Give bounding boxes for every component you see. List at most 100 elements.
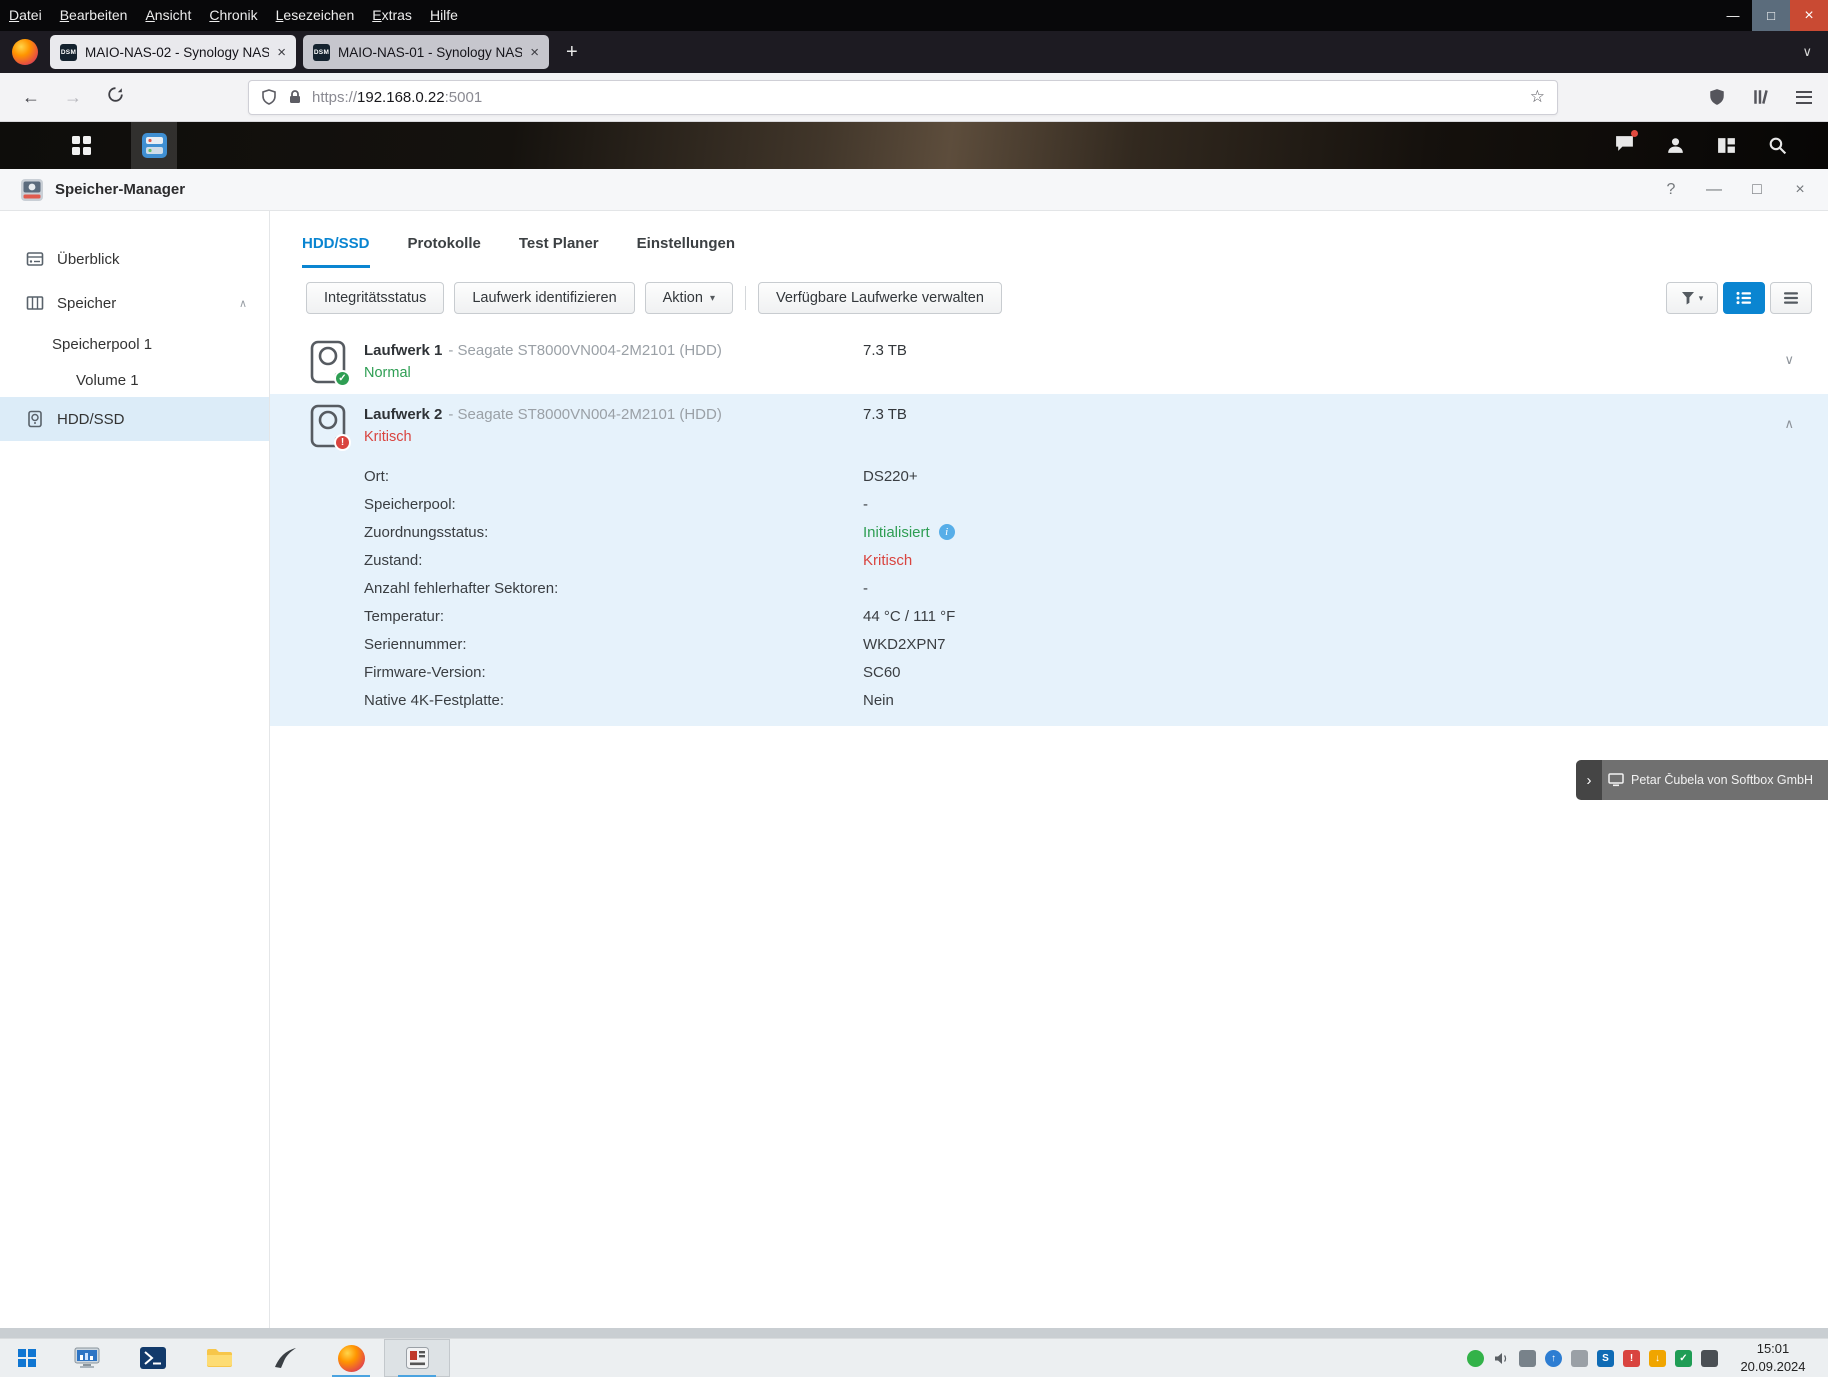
- drive-icon: !: [310, 404, 346, 448]
- menu-hilfe[interactable]: Hilfe: [421, 0, 467, 31]
- window-minimize-button[interactable]: —: [1714, 0, 1752, 31]
- back-button[interactable]: ←: [10, 87, 52, 108]
- library-icon[interactable]: [1752, 88, 1770, 106]
- drive-status: Kritisch: [364, 429, 722, 445]
- list-all-tabs-icon[interactable]: ∨: [1802, 44, 1812, 60]
- window-close-button[interactable]: ×: [1790, 0, 1828, 31]
- start-button[interactable]: [0, 1339, 54, 1377]
- manage-available-drives-button[interactable]: Verfügbare Laufwerke verwalten: [758, 282, 1002, 314]
- browser-window-controls: — □ ×: [1714, 0, 1828, 31]
- browser-tab-nas01[interactable]: DSM MAIO-NAS-01 - Synology NAS ×: [303, 35, 549, 69]
- collapse-chevron-icon[interactable]: ∧: [1784, 416, 1794, 432]
- tray-shield-icon[interactable]: [1571, 1350, 1588, 1367]
- drive-row-laufwerk-1[interactable]: ✓ Laufwerk 1- Seagate ST8000VN004-2M2101…: [270, 330, 1828, 394]
- tray-update-icon[interactable]: ↓: [1649, 1350, 1666, 1367]
- taskbar-clock[interactable]: 15:01 20.09.2024: [1730, 1340, 1816, 1376]
- funnel-icon: [1681, 291, 1696, 305]
- tab-einstellungen[interactable]: Einstellungen: [637, 235, 735, 268]
- tray-cloud-icon[interactable]: ↑: [1545, 1350, 1562, 1367]
- browser-menubar: Datei Bearbeiten Ansicht Chronik Lesezei…: [0, 0, 1828, 31]
- toolbar-right: ▾: [1666, 282, 1812, 314]
- detail-row-seriennummer: Seriennummer: WKD2XPN7: [270, 630, 1828, 658]
- close-button[interactable]: ×: [1792, 181, 1808, 199]
- reload-button[interactable]: [94, 86, 136, 108]
- drive-model: - Seagate ST8000VN004-2M2101 (HDD): [448, 406, 721, 423]
- tab-test-planer[interactable]: Test Planer: [519, 235, 599, 268]
- drive-list: ✓ Laufwerk 1- Seagate ST8000VN004-2M2101…: [270, 330, 1828, 726]
- swoosh-app-icon[interactable]: [252, 1339, 318, 1377]
- sidebar-item-speicher[interactable]: Speicher ∧: [0, 281, 269, 325]
- powershell-app-icon[interactable]: [120, 1339, 186, 1377]
- lock-icon[interactable]: [287, 89, 303, 105]
- taskbar-apps: [54, 1339, 450, 1377]
- tray-alert-icon[interactable]: !: [1623, 1350, 1640, 1367]
- sidebar-item-hdd-ssd[interactable]: HDD/SSD: [0, 397, 269, 441]
- compact-view-button[interactable]: [1770, 282, 1812, 314]
- drive-info: Laufwerk 1- Seagate ST8000VN004-2M2101 (…: [364, 340, 722, 394]
- detail-label: Zuordnungsstatus:: [364, 524, 863, 541]
- windows-logo-icon: [18, 1349, 36, 1367]
- menu-bearbeiten[interactable]: Bearbeiten: [51, 0, 137, 31]
- restore-button[interactable]: □: [1749, 181, 1765, 199]
- app-menu-icon[interactable]: [1796, 91, 1812, 104]
- detail-view-button[interactable]: [1723, 282, 1765, 314]
- search-icon[interactable]: [1767, 135, 1788, 156]
- drive-row-laufwerk-2[interactable]: ! Laufwerk 2- Seagate ST8000VN004-2M2101…: [270, 394, 1828, 458]
- tray-activity-icon[interactable]: [1467, 1350, 1484, 1367]
- info-icon[interactable]: i: [939, 524, 955, 540]
- browser-tab-nas02[interactable]: DSM MAIO-NAS-02 - Synology NAS ×: [50, 35, 296, 69]
- bookmark-star-icon[interactable]: ☆: [1530, 87, 1545, 107]
- collapse-chevron-icon[interactable]: ∧: [239, 297, 247, 310]
- tray-synology-assistant-icon[interactable]: S: [1597, 1350, 1614, 1367]
- firefox-icon[interactable]: [12, 39, 38, 65]
- tray-volume-icon[interactable]: [1493, 1350, 1510, 1367]
- identify-drive-button[interactable]: Laufwerk identifizieren: [454, 282, 634, 314]
- url-text[interactable]: https://192.168.0.22:5001: [312, 89, 482, 106]
- firefox-app-icon[interactable]: [318, 1339, 384, 1377]
- tracking-shield-icon[interactable]: [261, 89, 277, 105]
- sidebar-item-ueberblick[interactable]: Überblick: [0, 237, 269, 281]
- chat-icon[interactable]: [1614, 133, 1635, 159]
- tray-app-icon[interactable]: [1701, 1350, 1718, 1367]
- menu-chronik[interactable]: Chronik: [200, 0, 266, 31]
- protections-shield-icon[interactable]: [1708, 88, 1726, 106]
- tab-hdd-ssd[interactable]: HDD/SSD: [302, 235, 370, 268]
- tab-close-icon[interactable]: ×: [530, 44, 539, 61]
- dsm-main-menu-icon[interactable]: [72, 136, 91, 155]
- url-bar[interactable]: https://192.168.0.22:5001 ☆: [248, 80, 1558, 115]
- tray-display-icon[interactable]: [1519, 1350, 1536, 1367]
- toolbar: Integritätsstatus Laufwerk identifiziere…: [270, 282, 1828, 314]
- scanner-app-icon[interactable]: [384, 1339, 450, 1377]
- drive-model: - Seagate ST8000VN004-2M2101 (HDD): [448, 342, 721, 359]
- system-monitor-app-icon[interactable]: [54, 1339, 120, 1377]
- app-titlebar[interactable]: Speicher-Manager ? — □ ×: [0, 169, 1828, 211]
- menu-datei[interactable]: Datei: [0, 0, 51, 31]
- sidebar-item-volume-1[interactable]: Volume 1: [0, 363, 269, 397]
- storage-manager-taskbar-icon[interactable]: [131, 122, 177, 169]
- menu-extras[interactable]: Extras: [363, 0, 421, 31]
- expand-chevron-icon[interactable]: ∨: [1784, 352, 1794, 368]
- tray-ok-icon[interactable]: ✓: [1675, 1350, 1692, 1367]
- banner-collapse-button[interactable]: ›: [1576, 760, 1602, 800]
- file-explorer-app-icon[interactable]: [186, 1339, 252, 1377]
- user-icon[interactable]: [1665, 135, 1686, 156]
- new-tab-button[interactable]: +: [566, 41, 578, 64]
- menu-lesezeichen[interactable]: Lesezeichen: [267, 0, 364, 31]
- minimize-button[interactable]: —: [1706, 181, 1722, 199]
- forward-button[interactable]: →: [52, 87, 94, 108]
- menu-ansicht[interactable]: Ansicht: [136, 0, 200, 31]
- help-button[interactable]: ?: [1663, 181, 1679, 199]
- sidebar-item-speicherpool-1[interactable]: Speicherpool 1: [0, 325, 269, 363]
- filter-button[interactable]: ▾: [1666, 282, 1718, 314]
- widgets-icon[interactable]: [1716, 135, 1737, 156]
- detail-value-text: Initialisiert: [863, 524, 930, 541]
- tab-close-icon[interactable]: ×: [277, 44, 286, 61]
- health-status-button[interactable]: Integritätsstatus: [306, 282, 444, 314]
- detail-value: Initialisiert i: [863, 524, 955, 541]
- button-label: Integritätsstatus: [324, 290, 426, 306]
- detail-label: Seriennummer:: [364, 636, 863, 653]
- window-restore-button[interactable]: □: [1752, 0, 1790, 31]
- action-dropdown-button[interactable]: Aktion▾: [645, 282, 733, 314]
- caret-down-icon: ▾: [1699, 293, 1704, 304]
- tab-protokolle[interactable]: Protokolle: [408, 235, 481, 268]
